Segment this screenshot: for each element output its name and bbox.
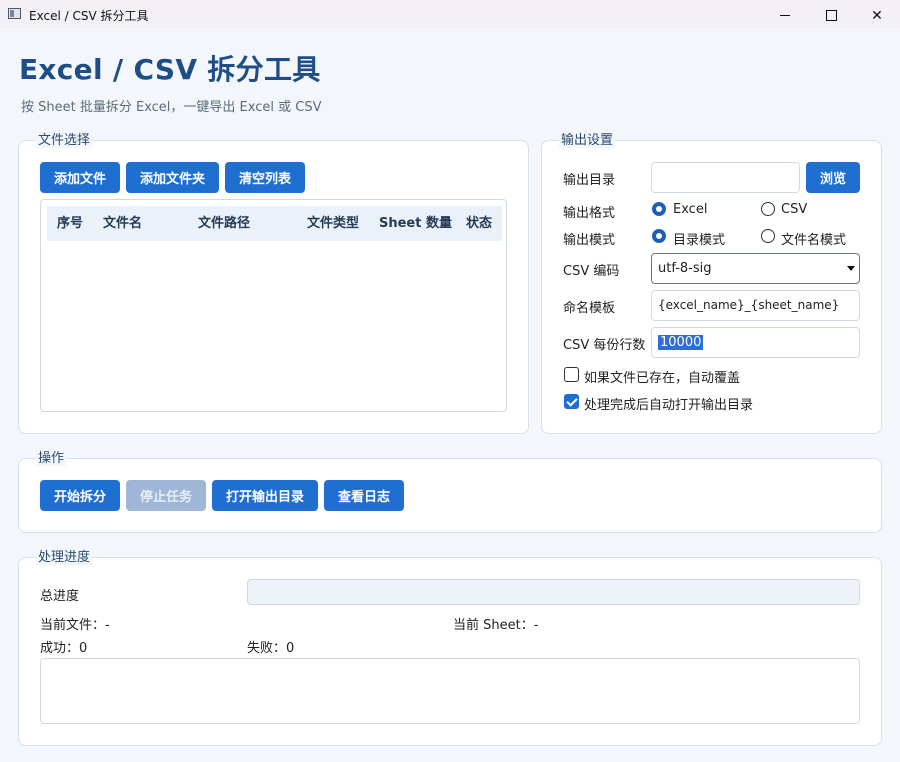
mode-directory-radio[interactable] (652, 229, 666, 243)
open-output-dir-button[interactable]: 打开输出目录 (212, 480, 318, 511)
output-dir-label: 输出目录 (563, 173, 616, 188)
app-window-icon (8, 8, 21, 19)
maximize-button[interactable] (808, 0, 854, 31)
csv-rows-value: 10000 (658, 335, 704, 350)
add-folder-button[interactable]: 添加文件夹 (126, 162, 219, 193)
column-header-sheet-count[interactable]: Sheet 数量 (379, 206, 452, 241)
minimize-button[interactable] (762, 0, 808, 31)
current-file-label: 当前文件：- (40, 618, 110, 633)
close-icon: ✕ (871, 7, 883, 24)
naming-template-label: 命名模板 (563, 301, 616, 316)
format-csv-label[interactable]: CSV (781, 202, 807, 217)
format-excel-radio[interactable] (652, 202, 666, 216)
column-header-filetype[interactable]: 文件类型 (307, 206, 359, 241)
start-split-button[interactable]: 开始拆分 (40, 480, 120, 511)
naming-template-input[interactable]: {excel_name}_{sheet_name} (651, 290, 860, 321)
close-button[interactable]: ✕ (854, 0, 900, 31)
total-progress-bar (247, 579, 860, 605)
add-file-button[interactable]: 添加文件 (40, 162, 120, 193)
browse-button[interactable]: 浏览 (806, 162, 860, 193)
overwrite-checkbox[interactable] (564, 367, 579, 382)
window-title: Excel / CSV 拆分工具 (29, 9, 149, 23)
view-log-button[interactable]: 查看日志 (324, 480, 404, 511)
stop-task-button[interactable]: 停止任务 (126, 480, 206, 511)
format-csv-radio[interactable] (761, 202, 775, 216)
failed-count-label: 失败：0 (247, 641, 295, 656)
output-dir-input[interactable] (651, 162, 800, 193)
page-subtitle: 按 Sheet 批量拆分 Excel，一键导出 Excel 或 CSV (21, 100, 322, 115)
total-progress-label: 总进度 (40, 589, 80, 604)
csv-encoding-select[interactable]: utf-8-sig (651, 253, 860, 284)
actions-label: 操作 (36, 447, 67, 466)
column-header-status[interactable]: 状态 (466, 206, 492, 241)
current-sheet-label: 当前 Sheet：- (453, 618, 539, 633)
auto-open-dir-checkbox[interactable] (564, 394, 579, 409)
file-selection-label: 文件选择 (36, 129, 93, 148)
minimize-icon (780, 15, 790, 16)
column-header-filename[interactable]: 文件名 (103, 206, 142, 241)
file-table-header: 序号 文件名 文件路径 文件类型 Sheet 数量 状态 (47, 206, 502, 241)
csv-rows-label: CSV 每份行数 (563, 338, 646, 353)
csv-encoding-label: CSV 编码 (563, 264, 620, 279)
csv-encoding-value: utf-8-sig (658, 261, 712, 276)
overwrite-label[interactable]: 如果文件已存在，自动覆盖 (584, 367, 740, 386)
title-bar: Excel / CSV 拆分工具 ✕ (0, 0, 900, 31)
column-header-index[interactable]: 序号 (57, 206, 83, 241)
file-table[interactable]: 序号 文件名 文件路径 文件类型 Sheet 数量 状态 (40, 199, 507, 412)
page-title: Excel / CSV 拆分工具 (19, 53, 321, 86)
maximize-icon (825, 10, 837, 21)
log-textarea[interactable] (40, 658, 860, 724)
format-excel-label[interactable]: Excel (673, 202, 707, 217)
chevron-down-icon (847, 266, 855, 271)
mode-filename-radio[interactable] (761, 229, 775, 243)
csv-rows-input[interactable]: 10000 (651, 327, 860, 358)
auto-open-dir-label[interactable]: 处理完成后自动打开输出目录 (584, 394, 753, 413)
column-header-filepath[interactable]: 文件路径 (198, 206, 250, 241)
output-settings-label: 输出设置 (559, 129, 616, 148)
mode-filename-label[interactable]: 文件名模式 (781, 229, 846, 248)
success-count-label: 成功：0 (40, 641, 88, 656)
output-format-label: 输出格式 (563, 206, 616, 221)
mode-directory-label[interactable]: 目录模式 (673, 229, 725, 248)
clear-list-button[interactable]: 清空列表 (225, 162, 305, 193)
output-mode-label: 输出模式 (563, 233, 616, 248)
progress-label: 处理进度 (36, 546, 93, 565)
